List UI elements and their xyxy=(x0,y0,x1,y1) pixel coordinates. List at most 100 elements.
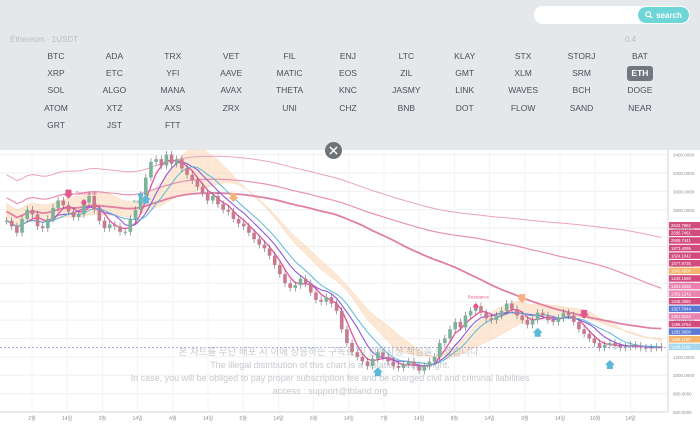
coin-item-jasmy[interactable]: JASMY xyxy=(392,83,420,98)
candle-body xyxy=(535,312,540,321)
search-button[interactable]: search xyxy=(638,7,689,23)
coin-item-klay[interactable]: KLAY xyxy=(452,48,478,63)
coin-item-bat[interactable]: BAT xyxy=(627,48,653,63)
coin-cell: KLAY xyxy=(436,47,494,64)
coin-item-uni[interactable]: UNI xyxy=(277,100,303,115)
coin-cell: STX xyxy=(494,47,552,64)
candle-body xyxy=(510,303,514,310)
coin-item-avax[interactable]: AVAX xyxy=(218,83,244,98)
y-tick-label: 2800.0000 xyxy=(673,208,695,213)
coin-item-waves[interactable]: WAVES xyxy=(508,83,538,98)
coin-cell: BCH xyxy=(553,82,611,99)
coin-cell: GRT xyxy=(27,117,85,134)
coin-item-near[interactable]: NEAR xyxy=(627,100,653,115)
candle-body xyxy=(463,315,468,328)
candle-body xyxy=(236,218,241,224)
candle-body xyxy=(35,214,40,227)
candle-body xyxy=(226,209,231,212)
coin-item-aave[interactable]: AAVE xyxy=(218,66,244,81)
coin-item-sol[interactable]: SOL xyxy=(43,83,69,98)
x-tick-label: 2월 xyxy=(28,415,36,422)
coin-cell: NEAR xyxy=(611,99,669,116)
coin-item-knc[interactable]: KNC xyxy=(335,83,361,98)
search-input[interactable] xyxy=(542,8,638,22)
candle-body xyxy=(494,315,499,321)
candle-body xyxy=(546,315,550,321)
coin-item-gmt[interactable]: GMT xyxy=(452,66,478,81)
candle-body xyxy=(107,224,112,229)
coin-item-eth[interactable]: ETH xyxy=(626,65,653,81)
candle-body xyxy=(293,285,298,288)
coin-item-jst[interactable]: JST xyxy=(101,118,127,133)
x-tick-label: 14일 xyxy=(625,415,636,422)
candle-body xyxy=(221,204,225,210)
price-tag-label: 1873.4095 xyxy=(671,246,691,251)
coin-item-dot[interactable]: DOT xyxy=(452,100,478,115)
coin-item-xlm[interactable]: XLM xyxy=(510,66,536,81)
candle-body xyxy=(9,220,14,227)
coin-item-doge[interactable]: DOGE xyxy=(627,83,653,98)
coin-cell: THETA xyxy=(261,82,319,99)
coin-item-theta[interactable]: THETA xyxy=(276,83,303,98)
coin-item-algo[interactable]: ALGO xyxy=(101,83,127,98)
coin-item-trx[interactable]: TRX xyxy=(160,48,186,63)
coin-item-xtz[interactable]: XTZ xyxy=(101,100,127,115)
candle-body xyxy=(262,244,267,249)
candle-body xyxy=(314,292,318,300)
candle-body xyxy=(247,226,251,233)
coin-item-stx[interactable]: STX xyxy=(510,48,536,63)
coin-item-yfi[interactable]: YFI xyxy=(160,66,186,81)
coin-item-storj[interactable]: STORJ xyxy=(568,48,596,63)
coin-item-ltc[interactable]: LTC xyxy=(393,48,419,63)
coin-cell: ADA xyxy=(85,47,143,64)
coin-item-ftt[interactable]: FTT xyxy=(160,118,186,133)
coin-item-xrp[interactable]: XRP xyxy=(43,66,69,81)
x-tick-label: 6월 xyxy=(310,415,318,422)
coin-item-link[interactable]: LINK xyxy=(452,83,478,98)
candle-body xyxy=(123,231,127,233)
candle-body xyxy=(566,312,571,316)
coin-item-grt[interactable]: GRT xyxy=(43,118,69,133)
coin-item-mana[interactable]: MANA xyxy=(160,83,186,98)
coin-item-vet[interactable]: VET xyxy=(218,48,244,63)
candle-body xyxy=(453,321,457,330)
x-tick-label: 14일 xyxy=(133,415,144,422)
coin-cell: JST xyxy=(85,117,143,134)
candle-body xyxy=(587,333,592,339)
coin-item-bch[interactable]: BCH xyxy=(569,83,595,98)
coin-item-chz[interactable]: CHZ xyxy=(335,100,361,115)
coin-item-zrx[interactable]: ZRX xyxy=(218,100,244,115)
candle-body xyxy=(319,299,323,302)
candle-body xyxy=(267,248,272,256)
candle-body xyxy=(231,211,236,219)
coin-cell: STORJ xyxy=(553,47,611,64)
coin-item-etc[interactable]: ETC xyxy=(101,66,127,81)
candle-body xyxy=(174,159,179,164)
coin-item-enj[interactable]: ENJ xyxy=(335,48,361,63)
candle-body xyxy=(278,264,282,275)
coin-item-sand[interactable]: SAND xyxy=(569,100,595,115)
coin-item-atom[interactable]: ATOM xyxy=(43,100,69,115)
candle-body xyxy=(458,321,463,328)
coin-item-flow[interactable]: FLOW xyxy=(510,100,536,115)
candle-body xyxy=(334,303,339,311)
coin-cell: BNB xyxy=(377,99,435,116)
coin-item-axs[interactable]: AXS xyxy=(160,100,186,115)
coin-item-zil[interactable]: ZIL xyxy=(393,66,419,81)
coin-item-ada[interactable]: ADA xyxy=(101,48,127,63)
price-tag-label: 1261.5154 xyxy=(671,314,691,319)
coin-item-btc[interactable]: BTC xyxy=(43,48,69,63)
coin-item-srm[interactable]: SRM xyxy=(569,66,595,81)
candle-body xyxy=(582,329,586,334)
coin-cell: TRX xyxy=(144,47,202,64)
coin-item-matic[interactable]: MATIC xyxy=(277,66,303,81)
close-overlay-button[interactable] xyxy=(325,142,342,159)
coin-item-eos[interactable]: EOS xyxy=(335,66,361,81)
coin-item-fil[interactable]: FIL xyxy=(277,48,303,63)
candle-body xyxy=(190,174,195,181)
coin-item-bnb[interactable]: BNB xyxy=(393,100,419,115)
coin-cell: CHZ xyxy=(319,99,377,116)
candle-body xyxy=(159,159,164,166)
candle-body xyxy=(56,200,60,208)
coin-cell: WAVES xyxy=(494,82,552,99)
